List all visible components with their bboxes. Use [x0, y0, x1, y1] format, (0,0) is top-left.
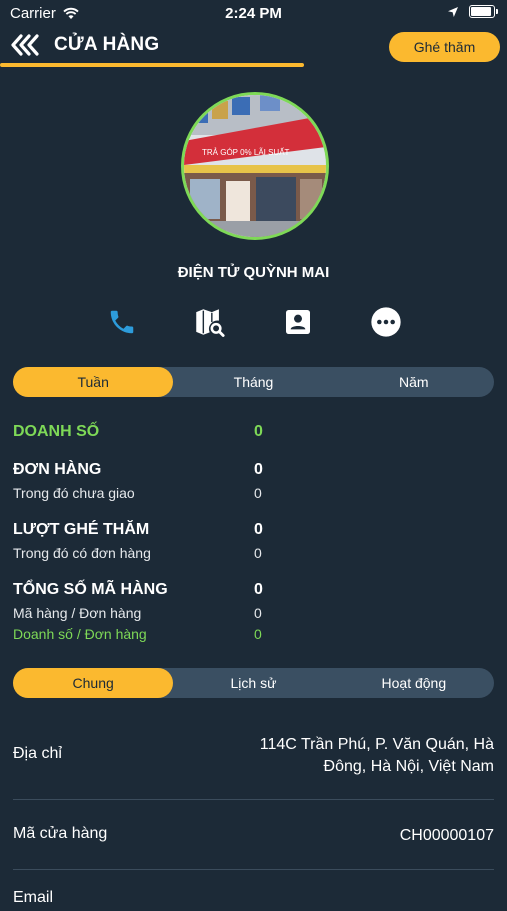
store-photo: TRẢ GÓP 0% LÃI SUẤT — [181, 92, 329, 240]
sku-per-order-label: Mã hàng / Đơn hàng — [13, 605, 142, 621]
visits-label: LƯỢT GHÉ THĂM — [13, 521, 150, 538]
store-sign-small: TRẢ GÓP 0% LÃI SUẤT — [202, 147, 290, 157]
undelivered-value: 0 — [254, 485, 262, 501]
status-right — [447, 5, 498, 18]
phone-icon[interactable] — [102, 302, 142, 342]
more-icon[interactable] — [366, 302, 406, 342]
sku-total-label: TỔNG SỐ MÃ HÀNG — [13, 581, 168, 598]
sales-per-order-label: Doanh số / Đơn hàng — [13, 626, 147, 642]
back-double-chevron-icon[interactable] — [10, 32, 40, 58]
sales-label: DOANH SỐ — [13, 423, 100, 440]
status-bar: Carrier 2:24 PM — [0, 0, 507, 28]
address-label: Địa chỉ — [13, 745, 62, 762]
visits-with-orders-value: 0 — [254, 545, 262, 561]
sku-per-order-value: 0 — [254, 605, 262, 621]
address-row: Địa chỉ 114C Trần Phú, P. Văn Quán, Hà Đ… — [13, 734, 494, 778]
sales-value: 0 — [254, 423, 263, 440]
sku-total-value: 0 — [254, 581, 263, 598]
orders-value: 0 — [254, 461, 263, 478]
storefront-image: TRẢ GÓP 0% LÃI SUẤT — [184, 95, 326, 237]
tab-month[interactable]: Tháng — [173, 367, 333, 397]
store-name: ĐIỆN TỬ QUỲNH MAI — [177, 264, 330, 281]
tab-history[interactable]: Lịch sử — [173, 668, 333, 698]
orders-label: ĐƠN HÀNG — [13, 461, 102, 478]
page-title: CỬA HÀNG — [54, 34, 160, 55]
store-code-label: Mã cửa hàng — [13, 825, 108, 842]
email-label: Email — [13, 889, 54, 906]
map-search-icon[interactable] — [189, 302, 229, 342]
visits-value: 0 — [254, 521, 263, 538]
action-bar — [0, 302, 507, 342]
divider — [13, 799, 494, 800]
tab-year[interactable]: Năm — [334, 367, 494, 397]
navigation-bar: CỬA HÀNG Ghé thăm — [0, 28, 507, 68]
tab-week[interactable]: Tuần — [13, 367, 174, 397]
store-code-value: CH00000107 — [399, 827, 494, 844]
location-arrow-icon — [448, 6, 458, 17]
status-time: 2:24 PM — [225, 5, 282, 22]
undelivered-label: Trong đó chưa giao — [13, 485, 135, 501]
store-code-row: Mã cửa hàng CH00000107 — [13, 825, 494, 847]
sales-per-order-value: 0 — [254, 626, 262, 642]
email-row: Email — [13, 889, 494, 911]
visits-with-orders-label: Trong đó có đơn hàng — [13, 545, 151, 561]
period-tabs: Tuần Tháng Năm — [13, 367, 494, 397]
address-line-1: 114C Trần Phú, P. Văn Quán, Hà — [259, 736, 494, 753]
address-value: 114C Trần Phú, P. Văn Quán, Hà Đông, Hà … — [260, 734, 494, 778]
tab-activity[interactable]: Hoạt động — [334, 668, 494, 698]
info-tabs: Chung Lịch sử Hoạt động — [13, 668, 494, 698]
battery-icon — [469, 5, 498, 18]
visit-button[interactable]: Ghé thăm — [389, 32, 500, 62]
address-line-2: Đông, Hà Nội, Việt Nam — [323, 758, 494, 775]
contact-card-icon[interactable] — [278, 302, 318, 342]
title-underline — [0, 63, 304, 67]
tab-general[interactable]: Chung — [13, 668, 174, 698]
divider — [13, 869, 494, 870]
